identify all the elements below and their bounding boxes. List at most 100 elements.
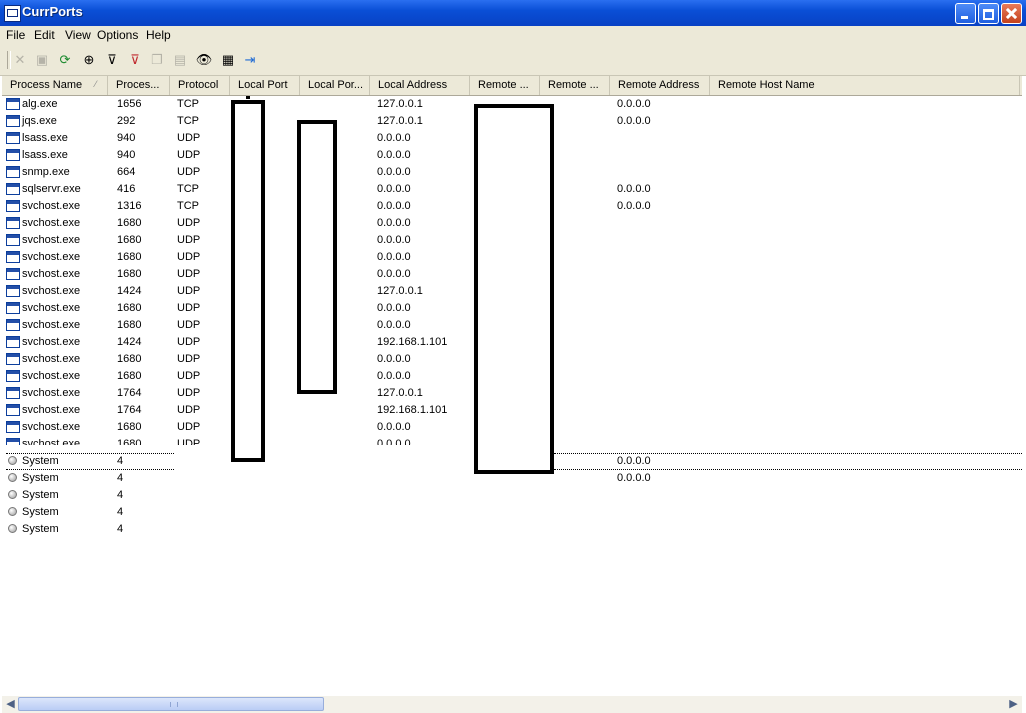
cell-local-address: 0.0.0.0 bbox=[377, 268, 411, 280]
cell-protocol: UDP bbox=[177, 336, 201, 348]
cell-name: svchost.exe bbox=[22, 319, 81, 331]
redaction-box bbox=[246, 96, 250, 99]
connections-list[interactable]: alg.exe 1656 TCP 127.0.0.1 0.0.0.0 jqs.exe 292… bbox=[2, 96, 1022, 696]
focus-outline bbox=[554, 453, 1022, 454]
cell-pid: 1424 bbox=[117, 285, 142, 297]
find-icon[interactable]: 👁 bbox=[195, 51, 213, 69]
save-icon[interactable]: ▣ bbox=[33, 51, 51, 69]
column-header-4[interactable]: Local Port bbox=[230, 76, 300, 95]
title-bar[interactable]: CurrPorts bbox=[0, 0, 1026, 26]
process-window-icon bbox=[6, 234, 20, 246]
cell-pid: 4 bbox=[117, 506, 124, 518]
cell-name: jqs.exe bbox=[22, 115, 57, 127]
column-header-6[interactable]: Local Address bbox=[370, 76, 470, 95]
cell-protocol: UDP bbox=[177, 251, 201, 263]
properties-icon[interactable]: ▤ bbox=[171, 51, 189, 69]
cell-remote-address: 0.0.0.0 bbox=[617, 200, 651, 212]
column-header-7[interactable]: Remote ... bbox=[470, 76, 540, 95]
cell-local-address: 0.0.0.0 bbox=[377, 421, 411, 433]
process-window-icon bbox=[6, 149, 20, 161]
column-header-3[interactable]: Protocol bbox=[170, 76, 230, 95]
menu-options[interactable]: Options bbox=[97, 28, 138, 42]
scroll-thumb[interactable] bbox=[18, 697, 324, 711]
cell-name: System bbox=[22, 489, 59, 501]
cell-pid: 4 bbox=[117, 472, 124, 484]
menu-help[interactable]: Help bbox=[146, 28, 171, 42]
app-icon[interactable] bbox=[4, 5, 21, 22]
cell-remote-address: 0.0.0.0 bbox=[617, 183, 651, 195]
column-header-8[interactable]: Remote ... bbox=[540, 76, 610, 95]
cell-protocol: UDP bbox=[177, 149, 201, 161]
cell-name: svchost.exe bbox=[22, 285, 81, 297]
cell-name: lsass.exe bbox=[22, 132, 68, 144]
table-row[interactable]: System 4 bbox=[2, 487, 1022, 504]
cell-protocol: UDP bbox=[177, 217, 201, 229]
cell-name: alg.exe bbox=[22, 98, 58, 110]
close-window-button[interactable] bbox=[1001, 3, 1022, 24]
close-connection-icon[interactable]: ✕ bbox=[11, 51, 29, 69]
process-window-icon bbox=[6, 319, 20, 331]
cell-local-address: 0.0.0.0 bbox=[377, 234, 411, 246]
table-row[interactable]: System 4 bbox=[2, 521, 1022, 538]
cell-protocol: UDP bbox=[177, 370, 201, 382]
cell-pid: 1680 bbox=[117, 421, 142, 433]
cell-protocol: UDP bbox=[177, 319, 201, 331]
cell-name: svchost.exe bbox=[22, 387, 81, 399]
scroll-right-icon[interactable]: ▶ bbox=[1005, 696, 1022, 713]
restore-button[interactable] bbox=[978, 3, 999, 24]
cell-local-address: 0.0.0.0 bbox=[377, 319, 411, 331]
cell-pid: 1764 bbox=[117, 387, 142, 399]
table-row[interactable]: System 4 bbox=[2, 504, 1022, 521]
column-header-9[interactable]: Remote Address bbox=[610, 76, 710, 95]
menu-edit[interactable]: Edit bbox=[34, 28, 55, 42]
cell-name: System bbox=[22, 455, 59, 467]
cell-local-address: 0.0.0.0 bbox=[377, 353, 411, 365]
cell-local-address: 0.0.0.0 bbox=[377, 251, 411, 263]
focus-outline bbox=[6, 469, 174, 470]
cell-local-address: 0.0.0.0 bbox=[377, 166, 411, 178]
column-header-10[interactable]: Remote Host Name bbox=[710, 76, 1020, 95]
filter-red-icon[interactable]: ⊽ bbox=[126, 51, 144, 69]
cell-name: svchost.exe bbox=[22, 404, 81, 416]
cell-local-address: 0.0.0.0 bbox=[377, 217, 411, 229]
cell-pid: 1680 bbox=[117, 251, 142, 263]
process-window-icon bbox=[6, 200, 20, 212]
cell-protocol: UDP bbox=[177, 302, 201, 314]
column-header-1[interactable]: Process Name bbox=[2, 76, 108, 95]
menu-view[interactable]: View bbox=[65, 28, 91, 42]
cell-protocol: TCP bbox=[177, 115, 199, 127]
copy-icon[interactable]: ❐ bbox=[148, 51, 166, 69]
cell-protocol: UDP bbox=[177, 404, 201, 416]
menu-file[interactable]: File bbox=[6, 28, 25, 42]
process-window-icon bbox=[6, 438, 20, 445]
cell-pid: 1680 bbox=[117, 234, 142, 246]
cell-pid: 4 bbox=[117, 523, 124, 535]
redaction-box bbox=[297, 120, 337, 394]
refresh-icon[interactable]: ⟳ bbox=[56, 51, 74, 69]
minimize-button[interactable] bbox=[955, 3, 976, 24]
cell-name: svchost.exe bbox=[22, 302, 81, 314]
cell-protocol: UDP bbox=[177, 285, 201, 297]
scroll-grip-icon bbox=[170, 702, 178, 707]
process-window-icon bbox=[6, 336, 20, 348]
filter-icon[interactable]: ⊽ bbox=[103, 51, 121, 69]
exit-icon[interactable]: ⇥ bbox=[241, 51, 259, 69]
cell-pid: 4 bbox=[117, 455, 124, 467]
html-report-icon[interactable]: ▦ bbox=[219, 51, 237, 69]
column-header-5[interactable]: Local Por... bbox=[300, 76, 370, 95]
horizontal-scrollbar[interactable]: ◀ ▶ bbox=[2, 696, 1022, 713]
cell-local-address: 0.0.0.0 bbox=[377, 438, 411, 450]
cell-protocol: UDP bbox=[177, 353, 201, 365]
target-icon[interactable]: ⊕ bbox=[80, 51, 98, 69]
cell-local-address: 192.168.1.101 bbox=[377, 336, 448, 348]
scroll-left-icon[interactable]: ◀ bbox=[2, 696, 19, 713]
cell-name: svchost.exe bbox=[22, 421, 81, 433]
window-title: CurrPorts bbox=[22, 4, 83, 19]
cell-pid: 664 bbox=[117, 166, 136, 178]
cell-pid: 1680 bbox=[117, 268, 142, 280]
process-window-icon bbox=[6, 132, 20, 144]
process-window-icon bbox=[6, 217, 20, 229]
column-header-2[interactable]: Proces... bbox=[108, 76, 170, 95]
cell-local-address: 0.0.0.0 bbox=[377, 149, 411, 161]
cell-name: System bbox=[22, 472, 59, 484]
